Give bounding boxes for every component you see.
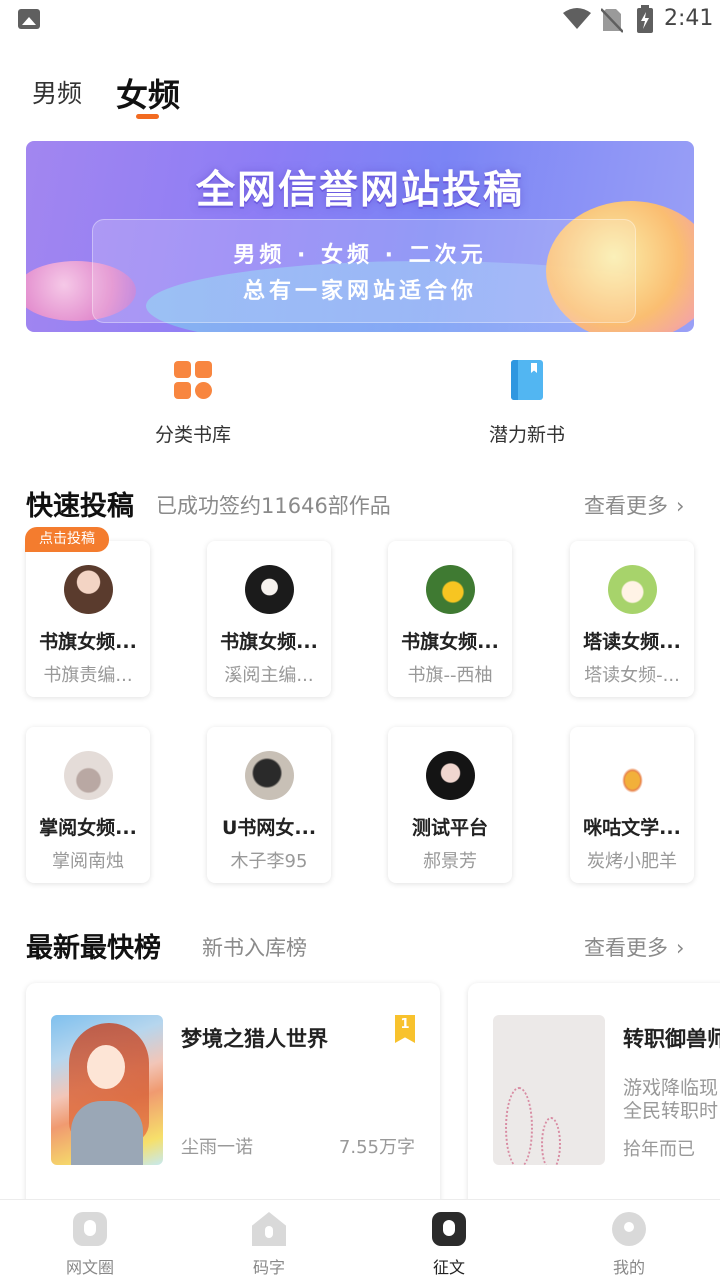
grid-icon xyxy=(173,360,213,400)
nav-item-profile[interactable]: 我的 xyxy=(579,1212,679,1278)
book-card[interactable]: 转职御兽师 游戏降临现 全民转职时 拾年而已 xyxy=(468,983,720,1223)
nav-item-contest[interactable]: 征文 xyxy=(399,1212,499,1278)
avatar xyxy=(64,565,113,614)
editor-name: 塔读女频... xyxy=(583,631,681,653)
editor-sub: 郝景芳 xyxy=(423,851,477,872)
book-author: 尘雨一诺 xyxy=(181,1137,253,1158)
tab-indicator xyxy=(136,114,159,119)
entry-category-library[interactable]: 分类书库 xyxy=(113,356,273,447)
gallery-icon xyxy=(18,9,40,29)
avatar xyxy=(426,565,475,614)
editor-sub: 溪阅主编... xyxy=(224,665,314,686)
book-title: 转职御兽师 xyxy=(623,1027,720,1051)
nav-label: 征文 xyxy=(432,1258,465,1277)
editor-sub: 木子李95 xyxy=(230,851,308,872)
battery-icon xyxy=(637,5,653,33)
see-more-ranking-link[interactable]: 查看更多 › xyxy=(584,932,684,962)
section-subtitle-signed: 已成功签约11646部作品 xyxy=(156,494,391,518)
status-time: 2:41 xyxy=(664,6,714,31)
book-word-count: 7.55万字 xyxy=(338,1137,415,1158)
section-subtitle-new-books[interactable]: 新书入库榜 xyxy=(202,932,307,962)
banner-line1: 男频 · 女频 · 二次元 xyxy=(233,243,487,268)
rank-badge: 1 xyxy=(395,1015,415,1043)
editor-name: 咪咕文学... xyxy=(583,817,681,839)
tab-male[interactable]: 男频 xyxy=(32,74,82,110)
nav-item-write[interactable]: 码字 xyxy=(219,1212,319,1278)
book-title: 梦境之猎人世界 xyxy=(181,1027,328,1051)
nav-item-community[interactable]: 网文圈 xyxy=(40,1212,140,1278)
editor-sub: 书旗--西柚 xyxy=(407,665,493,686)
editor-name: U书网女... xyxy=(221,817,317,839)
editor-card[interactable]: 书旗女频... 书旗责编... xyxy=(26,541,150,697)
avatar xyxy=(64,751,113,800)
entry-label: 潜力新书 xyxy=(488,424,565,446)
editor-name: 掌阅女频... xyxy=(39,817,137,839)
nav-label: 码字 xyxy=(252,1258,285,1277)
bottom-nav: 网文圈 码字 征文 我的 xyxy=(0,1199,720,1280)
avatar xyxy=(608,751,657,800)
community-icon xyxy=(73,1212,107,1246)
banner-card xyxy=(92,219,636,323)
book-cover xyxy=(51,1015,163,1165)
contest-icon xyxy=(432,1212,466,1246)
book-cover xyxy=(493,1015,605,1165)
wifi-icon xyxy=(563,8,591,29)
editor-name: 测试平台 xyxy=(411,817,488,839)
see-more-link[interactable]: 查看更多 › xyxy=(584,490,684,520)
editor-card[interactable]: 掌阅女频... 掌阅南烛 xyxy=(26,727,150,883)
tab-female[interactable]: 女频 xyxy=(116,70,180,116)
banner-line2: 总有一家网站适合你 xyxy=(242,279,477,304)
status-bar: 2:41 xyxy=(0,0,720,40)
editor-card[interactable]: 测试平台 郝景芳 xyxy=(388,727,512,883)
editor-name: 书旗女频... xyxy=(39,631,137,653)
avatar xyxy=(426,751,475,800)
section-title-quick-submit: 快速投稿 xyxy=(26,491,134,522)
see-more-label: 查看更多 xyxy=(584,936,668,960)
promo-banner[interactable]: 全网信誉网站投稿 男频 · 女频 · 二次元 总有一家网站适合你 xyxy=(26,141,694,332)
editor-name: 书旗女频... xyxy=(220,631,318,653)
editor-card[interactable]: 书旗女频... 书旗--西柚 xyxy=(388,541,512,697)
nav-label: 网文圈 xyxy=(65,1258,114,1277)
editor-card[interactable]: 咪咕文学... 炭烤小肥羊 xyxy=(570,727,694,883)
chevron-right-icon: › xyxy=(676,936,685,960)
editor-sub: 塔读女频-... xyxy=(584,665,680,686)
book-author: 拾年而已 xyxy=(623,1139,695,1160)
nav-label: 我的 xyxy=(612,1258,645,1277)
editor-sub: 掌阅南烛 xyxy=(52,851,124,872)
editor-card[interactable]: 书旗女频... 溪阅主编... xyxy=(207,541,331,697)
avatar xyxy=(245,565,294,614)
editor-card[interactable]: 塔读女频... 塔读女频-... xyxy=(570,541,694,697)
entry-new-books[interactable]: 潜力新书 xyxy=(447,356,607,447)
section-title-ranking: 最新最快榜 xyxy=(26,933,161,964)
book-desc: 全民转职时 xyxy=(623,1100,719,1122)
banner-headline: 全网信誉网站投稿 xyxy=(195,168,524,213)
editor-card[interactable]: U书网女... 木子李95 xyxy=(207,727,331,883)
submit-badge[interactable]: 点击投稿 xyxy=(25,527,109,552)
editor-name: 书旗女频... xyxy=(401,631,499,653)
editor-sub: 炭烤小肥羊 xyxy=(587,851,677,872)
editor-sub: 书旗责编... xyxy=(43,665,133,686)
no-sim-icon xyxy=(601,8,623,33)
see-more-label: 查看更多 xyxy=(584,494,668,518)
entry-label: 分类书库 xyxy=(154,424,231,446)
book-icon xyxy=(507,360,547,400)
chevron-right-icon: › xyxy=(676,494,685,518)
write-icon xyxy=(252,1212,286,1246)
book-card[interactable]: 梦境之猎人世界 1 尘雨一诺 7.55万字 xyxy=(26,983,440,1223)
avatar xyxy=(608,565,657,614)
avatar xyxy=(245,751,294,800)
profile-icon xyxy=(612,1212,646,1246)
